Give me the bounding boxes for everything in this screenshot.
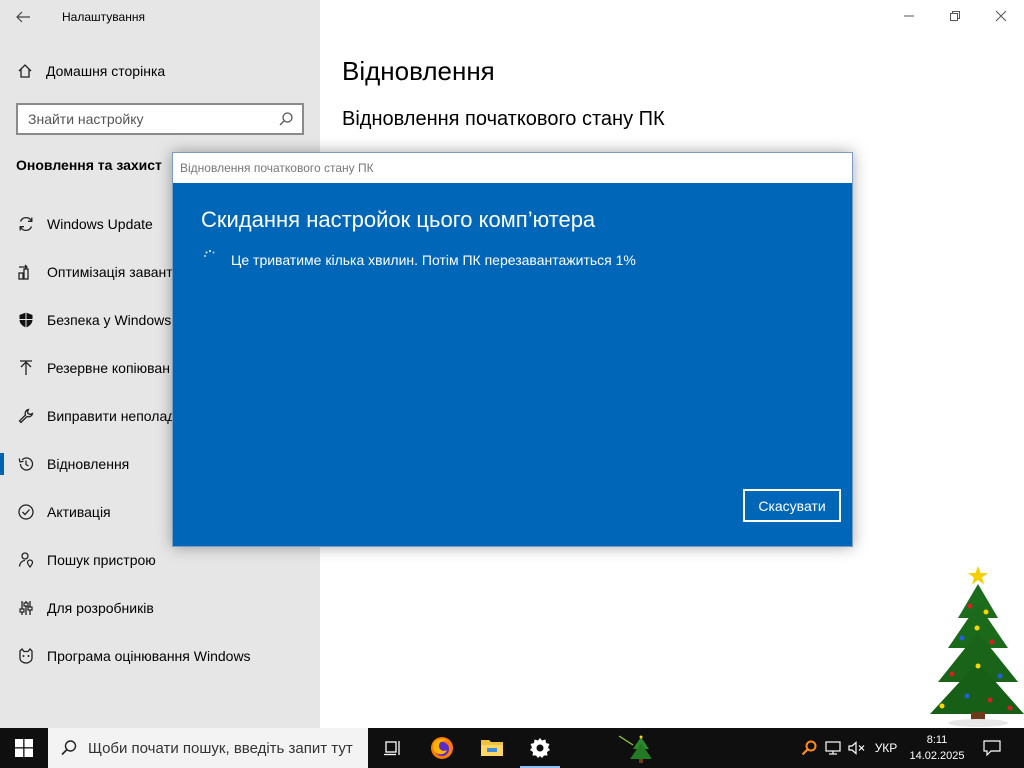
history-icon (16, 454, 36, 474)
clock-time: 8:11 (926, 734, 948, 746)
search-highlight-button[interactable] (798, 728, 820, 768)
sidebar-item-label: Для розробників (47, 600, 154, 616)
window-titlebar: Налаштування (0, 0, 1024, 34)
check-circle-icon (16, 502, 36, 522)
minimize-icon (904, 15, 914, 17)
sidebar-item-label: Програма оцінювання Windows (47, 648, 251, 664)
clock[interactable]: 8:11 14.02.2025 (904, 732, 970, 764)
xmas-tree-app-button[interactable] (610, 728, 658, 768)
home-link[interactable]: Домашня сторінка (16, 62, 165, 80)
progress-message: Це триватиме кілька хвилин. Потім ПК пер… (231, 252, 636, 268)
reset-pc-dialog: Відновлення початкового стану ПК Скиданн… (172, 152, 853, 547)
network-icon (825, 741, 841, 755)
volume-button[interactable] (846, 728, 868, 768)
insider-cat-icon (16, 646, 36, 666)
page-title: Відновлення (342, 56, 495, 86)
back-button[interactable] (8, 2, 38, 32)
task-view-icon (384, 741, 400, 756)
taskbar-search-box[interactable]: Щоби почати пошук, введіть запит тут (48, 728, 368, 768)
network-button[interactable] (822, 728, 844, 768)
dialog-heading: Скидання настройок цього комп’ютера (201, 207, 596, 232)
sidebar-item-label: Виправити неполад (47, 408, 176, 424)
restore-icon (950, 11, 960, 21)
section-title: Оновлення та захист (16, 157, 162, 173)
developer-sliders-icon (16, 598, 36, 618)
dialog-titlebar: Відновлення початкового стану ПК (173, 153, 852, 183)
sidebar-item-label: Windows Update (47, 216, 153, 232)
volume-muted-icon (848, 741, 865, 755)
shield-icon (16, 310, 36, 330)
taskbar: Щоби почати пошук, введіть запит тут УКР… (0, 728, 1024, 768)
spinner-icon (204, 250, 215, 257)
backup-arrow-icon (16, 358, 36, 378)
sidebar-item-label: Пошук пристрою (47, 552, 156, 568)
xmas-tree-app-icon (618, 735, 651, 763)
search-placeholder: Знайти настройку (28, 111, 144, 127)
minimize-button[interactable] (886, 0, 932, 32)
task-view-button[interactable] (368, 728, 416, 768)
home-icon (16, 62, 34, 80)
file-explorer-button[interactable] (468, 728, 516, 768)
maximize-button[interactable] (932, 0, 978, 32)
person-pin-icon (16, 550, 36, 570)
notifications-button[interactable] (978, 728, 1006, 768)
taskbar-search-placeholder: Щоби почати пошук, введіть запит тут (88, 739, 353, 757)
xmas-tree-decoration-icon (930, 566, 1024, 727)
sidebar-item-label: Активація (47, 504, 111, 520)
back-arrow-icon (16, 11, 30, 23)
search-icon[interactable] (278, 111, 294, 127)
wrench-icon (16, 406, 36, 426)
section-subtitle: Відновлення початкового стану ПК (342, 108, 665, 130)
dialog-body: Скидання настройок цього комп’ютера Це т… (173, 183, 852, 546)
file-explorer-icon (481, 740, 503, 756)
app-title: Налаштування (62, 10, 145, 24)
firefox-button[interactable] (418, 728, 466, 768)
settings-gear-icon (530, 738, 550, 758)
close-button[interactable] (978, 0, 1024, 32)
windows-start-icon (15, 739, 33, 757)
home-label: Домашня сторінка (46, 63, 166, 79)
firefox-icon (431, 737, 453, 759)
delivery-optimization-icon (16, 262, 36, 282)
start-button[interactable] (0, 728, 48, 768)
search-icon (61, 740, 77, 756)
close-icon (995, 10, 1007, 22)
sidebar-item-label: Відновлення (47, 456, 130, 472)
settings-search-input[interactable]: Знайти настройку (16, 103, 304, 135)
cancel-button[interactable]: Скасувати (743, 489, 841, 522)
sync-icon (16, 214, 36, 234)
sidebar-item-insider-program[interactable]: Програма оцінювання Windows (0, 632, 320, 680)
clock-date: 14.02.2025 (909, 750, 965, 762)
language-indicator[interactable]: УКР (870, 728, 902, 768)
settings-app-button[interactable] (516, 728, 564, 768)
sidebar-item-label: Оптимізація завант (47, 264, 173, 280)
notification-icon (983, 740, 1001, 756)
sidebar-item-label: Резервне копіюван (47, 360, 170, 376)
sidebar-item-label: Безпека у Windows (47, 312, 172, 328)
sidebar-item-developers[interactable]: Для розробників (0, 584, 320, 632)
search-highlight-icon (801, 740, 817, 756)
